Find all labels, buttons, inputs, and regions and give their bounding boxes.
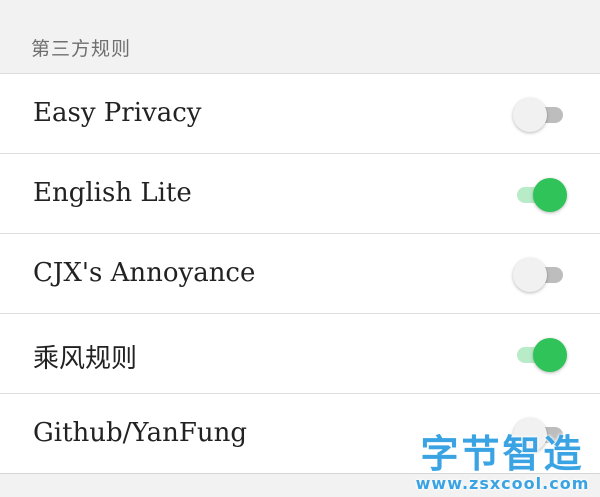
watermark-url: www.zsxcool.com — [415, 474, 590, 493]
rule-label: English Lite — [33, 178, 192, 208]
rule-row-cjx-annoyance[interactable]: CJX's Annoyance — [0, 234, 600, 314]
section-header: 第三方规则 — [0, 0, 600, 73]
site-watermark: 字节智造 www.zsxcool.com — [415, 433, 590, 493]
toggle-knob — [513, 258, 547, 292]
watermark-title: 字节智造 — [420, 432, 585, 476]
rule-label: 乘风规则 — [33, 344, 138, 374]
rule-label: CJX's Annoyance — [33, 258, 256, 288]
rule-label: Easy Privacy — [33, 98, 202, 128]
rule-toggle-cjx-annoyance[interactable] — [513, 258, 567, 292]
rule-label: Github/YanFung — [33, 418, 247, 448]
section-title: 第三方规则 — [31, 38, 132, 60]
rule-toggle-easy-privacy[interactable] — [513, 98, 567, 132]
rule-toggle-english-lite[interactable] — [513, 178, 567, 212]
rule-row-easy-privacy[interactable]: Easy Privacy — [0, 74, 600, 154]
rule-row-english-lite[interactable]: English Lite — [0, 154, 600, 234]
toggle-knob — [513, 98, 547, 132]
rules-list: Easy Privacy English Lite CJX's Annoyanc… — [0, 73, 600, 474]
toggle-knob — [533, 178, 567, 212]
rule-row-chengfeng[interactable]: 乘风规则 — [0, 314, 600, 394]
toggle-knob — [533, 338, 567, 372]
rule-toggle-chengfeng[interactable] — [513, 338, 567, 372]
